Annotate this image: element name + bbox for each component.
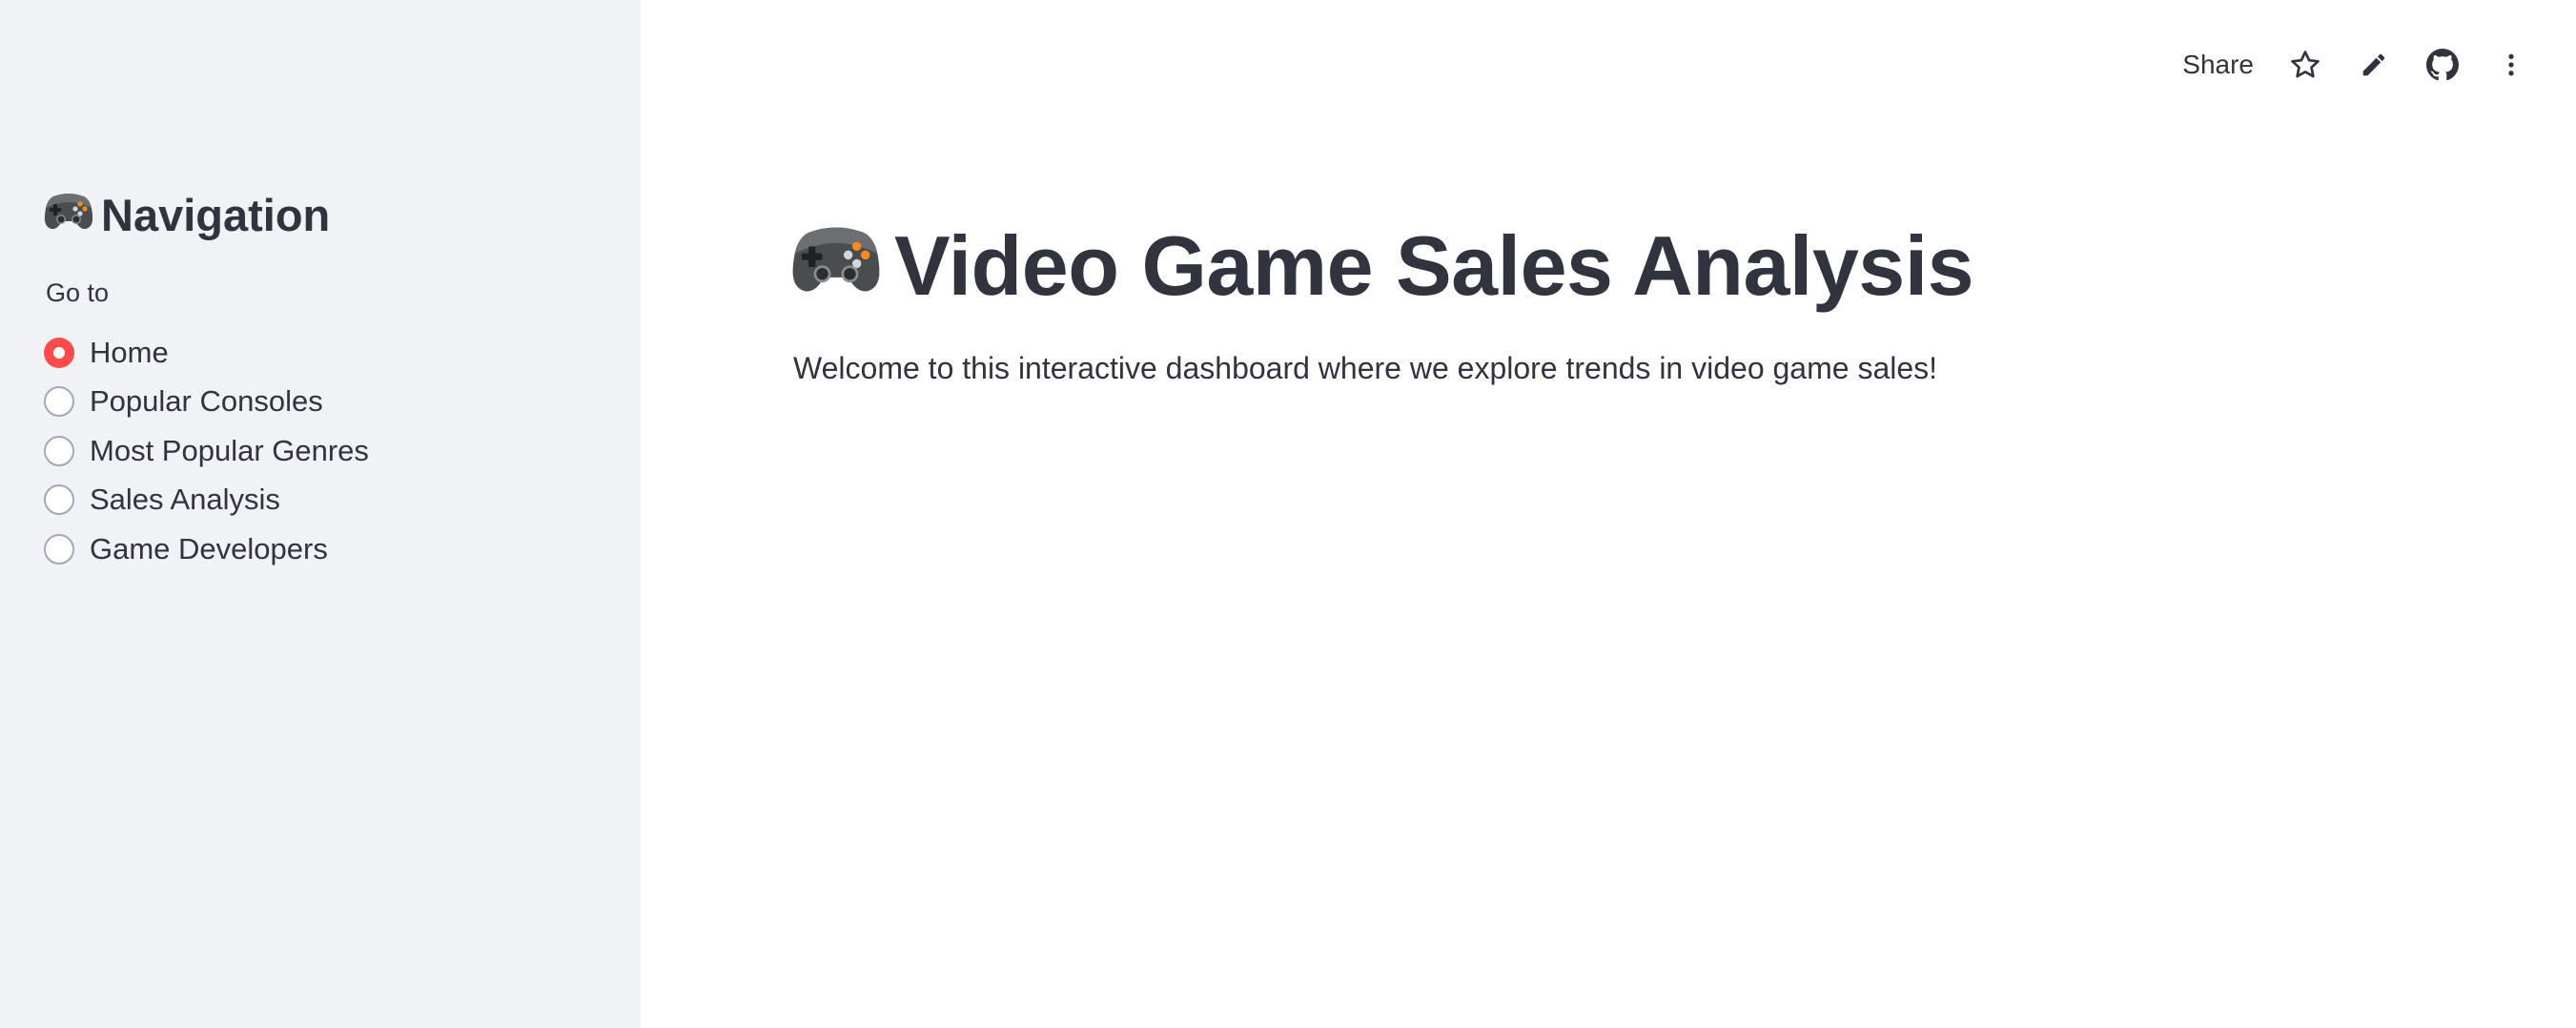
radio-option-sales-analysis[interactable]: Sales Analysis — [44, 476, 369, 525]
radio-option-most-popular-genres[interactable]: Most Popular Genres — [44, 426, 369, 476]
share-button[interactable]: Share — [2171, 42, 2265, 88]
radio-option-home[interactable]: Home — [44, 328, 369, 378]
radio-option-popular-consoles[interactable]: Popular Consoles — [44, 378, 369, 427]
sidebar: Navigation Go to Home Popular Consoles M… — [0, 0, 641, 1028]
star-icon[interactable] — [2279, 38, 2332, 92]
video-game-controller-icon — [791, 217, 881, 315]
radio-option-label: Popular Consoles — [90, 384, 323, 419]
header-toolbar: Share — [2171, 38, 2576, 92]
navigation-radio-group: Home Popular Consoles Most Popular Genre… — [44, 328, 369, 574]
sidebar-title-text: Navigation — [101, 189, 331, 240]
radio-button[interactable] — [44, 386, 74, 418]
radio-option-label: Most Popular Genres — [90, 433, 369, 467]
page-title-text: Video Game Sales Analysis — [894, 218, 1974, 313]
radio-option-label: Game Developers — [90, 531, 328, 565]
radio-button[interactable] — [44, 435, 74, 466]
radio-group-label: Go to — [46, 278, 110, 307]
radio-option-label: Sales Analysis — [90, 483, 280, 517]
radio-option-game-developers[interactable]: Game Developers — [44, 524, 369, 574]
radio-button-selected[interactable] — [44, 337, 74, 368]
video-game-controller-icon — [44, 189, 93, 241]
main-content: Video Game Sales Analysis Welcome to thi… — [641, 0, 2576, 1028]
page-subtitle: Welcome to this interactive dashboard wh… — [793, 351, 1938, 385]
page-title: Video Game Sales Analysis — [791, 217, 1974, 315]
streamlit-app: Navigation Go to Home Popular Consoles M… — [0, 0, 2576, 1028]
pencil-icon[interactable] — [2347, 38, 2401, 92]
radio-button[interactable] — [44, 484, 74, 516]
github-icon[interactable] — [2416, 38, 2469, 92]
more-vertical-icon[interactable] — [2484, 38, 2538, 92]
radio-button[interactable] — [44, 533, 74, 565]
sidebar-title: Navigation — [44, 181, 330, 248]
radio-option-label: Home — [90, 335, 169, 369]
